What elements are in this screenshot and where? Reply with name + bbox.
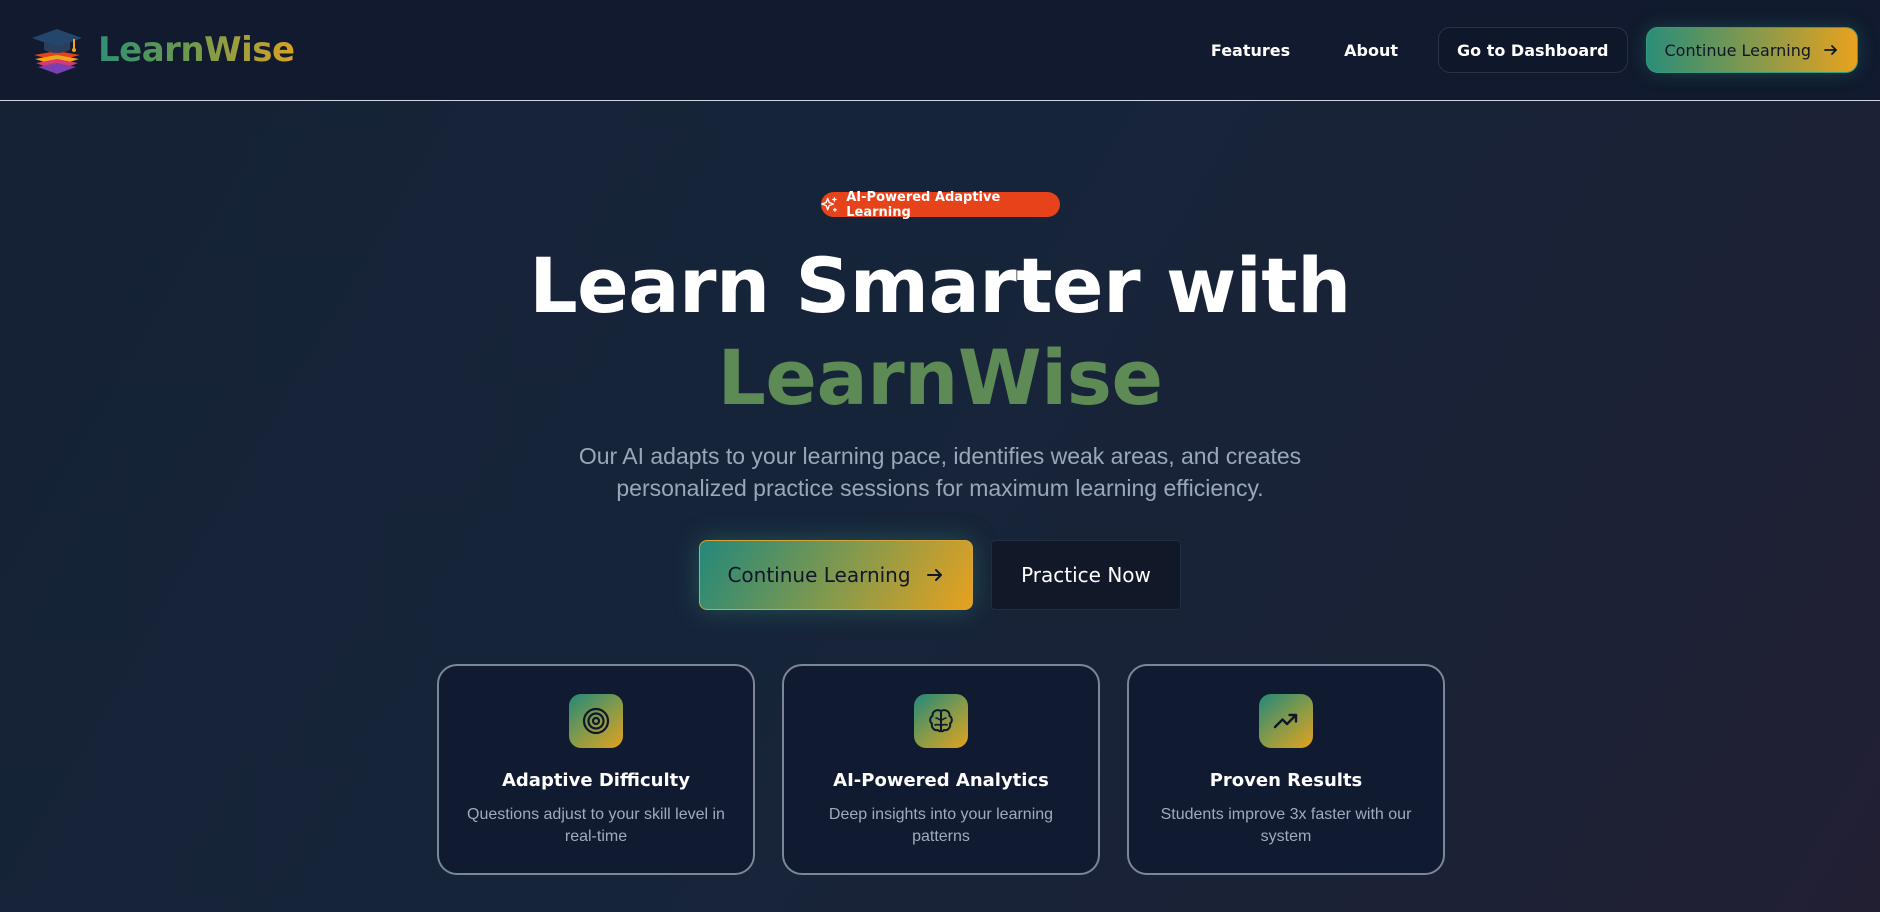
brand-name: LearnWise (98, 30, 295, 70)
feature-title: Adaptive Difficulty (501, 770, 690, 791)
header-continue-learning-label: Continue Learning (1664, 40, 1812, 60)
feature-description: Deep insights into your learning pattern… (828, 806, 1054, 845)
nav-link-about[interactable]: About (1344, 41, 1398, 60)
arrow-right-icon (926, 569, 942, 581)
feature-description: Questions adjust to your skill level in … (467, 806, 725, 845)
target-icon (569, 694, 623, 748)
hero-title-brand: LearnWise (717, 333, 1163, 422)
go-to-dashboard-button[interactable]: Go to Dashboard (1438, 27, 1628, 73)
continue-learning-button[interactable]: Continue Learning (699, 540, 973, 610)
continue-learning-label: Continue Learning (727, 563, 911, 587)
hero-subtitle: Our AI adapts to your learning pace, ide… (578, 443, 1302, 501)
header-continue-learning-button[interactable]: Continue Learning (1645, 27, 1858, 73)
ai-powered-badge: AI-Powered Adaptive Learning (821, 189, 1060, 220)
trending-up-icon (1259, 694, 1313, 748)
feature-card-ai-powered-analytics: AI-Powered Analytics Deep insights into … (782, 664, 1100, 875)
badge-label: AI-Powered Adaptive Learning (846, 189, 1001, 220)
main-nav: Features About Go to Dashboard Continue … (1211, 27, 1858, 73)
hero-title-line-1: Learn Smarter with (529, 241, 1351, 330)
arrow-right-icon (1824, 45, 1837, 55)
graduation-cap-books-logo (32, 29, 82, 74)
feature-title: AI-Powered Analytics (833, 770, 1049, 791)
nav-link-features[interactable]: Features (1211, 41, 1290, 60)
practice-now-button[interactable]: Practice Now (991, 540, 1181, 610)
feature-description: Students improve 3x faster with our syst… (1160, 806, 1412, 845)
hero-title: Learn Smarter with LearnWise (0, 240, 1880, 424)
feature-title: Proven Results (1209, 770, 1363, 791)
brain-icon (914, 694, 968, 748)
sparkles-icon (821, 196, 837, 212)
brand[interactable]: LearnWise (30, 25, 295, 75)
feature-card-adaptive-difficulty: Adaptive Difficulty Questions adjust to … (437, 664, 755, 875)
feature-card-proven-results: Proven Results Students improve 3x faste… (1127, 664, 1445, 875)
top-nav-bar: LearnWise Features About Go to Dashboard… (0, 0, 1880, 101)
